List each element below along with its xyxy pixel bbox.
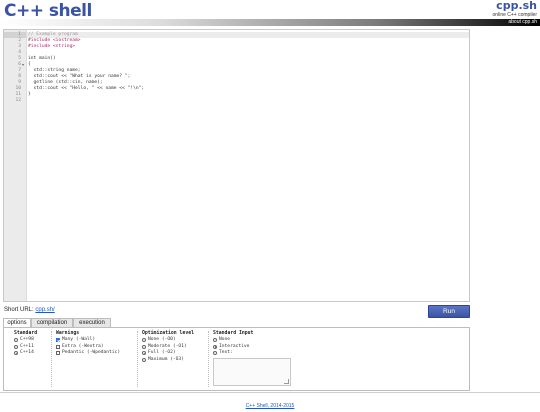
options-panel: Standard C++98 C++11 C++14 Warnings Many (… [3, 327, 470, 391]
code-line[interactable]: } [28, 92, 31, 98]
short-url-link[interactable]: cpp.sh/ [35, 307, 54, 313]
standard-option-label: C++98 [20, 337, 34, 342]
radio-button[interactable] [14, 344, 18, 349]
standard-group: Standard C++98 C++11 C++14 [14, 331, 37, 357]
footer-link[interactable]: C++ Shell, 2014-2015 [246, 403, 295, 409]
checkbox[interactable] [56, 344, 60, 349]
warnings-group: Warnings Many (-Wall) Extra (-Wextra) Peda… [56, 331, 120, 357]
warnings-option-label: Pedantic (-Wpedantic) [62, 350, 121, 355]
tab-execution[interactable]: execution [73, 318, 111, 327]
radio-button[interactable] [14, 338, 18, 342]
standard-option-label: C++14 [20, 350, 34, 355]
checkbox[interactable] [56, 338, 60, 342]
run-button[interactable]: Run [428, 305, 470, 318]
header-gradient-bar [0, 19, 540, 26]
stdin-option-label: Text: [219, 350, 233, 355]
optimization-option-label: None (-O0) [148, 337, 176, 342]
radio-button[interactable] [142, 351, 146, 355]
code-line[interactable]: std::cout << "Hello, " << name << "!\n"; [28, 86, 145, 92]
footer: C++ Shell, 2014-2015 [0, 392, 540, 412]
short-url: Short URL: cpp.sh/ [4, 307, 55, 313]
line-number: 12 [15, 98, 21, 103]
about-link[interactable]: about cpp.sh [508, 19, 537, 26]
site-logo[interactable]: C++ shell [4, 1, 92, 21]
standard-option-label: C++11 [20, 343, 34, 349]
short-url-label: Short URL: [4, 307, 34, 313]
optimization-option[interactable]: Maximum (-O3) [142, 357, 194, 364]
radio-button[interactable] [142, 338, 146, 342]
stdin-option-label: None [219, 337, 231, 342]
fold-arrow-icon[interactable]: ▾ [22, 62, 24, 68]
warnings-option[interactable]: Pedantic (-Wpedantic) [56, 350, 120, 357]
separator [51, 331, 52, 387]
warnings-option-label: Extra (-Wextra) [62, 343, 104, 349]
stdin-option[interactable]: Text: [213, 350, 253, 357]
tab-compilation[interactable]: compilation [31, 318, 73, 327]
stdin-option-label: Interactive [219, 343, 250, 349]
resize-handle-icon[interactable] [284, 379, 289, 384]
radio-button[interactable] [213, 338, 217, 342]
code-line[interactable]: #include <string> [28, 44, 75, 50]
optimization-group: Optimization level None (-O0) Moderate (-… [142, 331, 194, 363]
radio-button[interactable] [213, 351, 217, 355]
radio-button[interactable] [14, 351, 18, 355]
separator [208, 331, 209, 387]
optimization-option-label: Maximum (-O3) [148, 356, 184, 362]
brand-tagline: online C++ compiler [492, 12, 537, 18]
code-editor[interactable]: 1 2 3 4 5 6 ▾ 7 8 9 10 11 12 // Example program #incl… [3, 29, 470, 302]
separator [137, 331, 138, 387]
header: C++ shell cpp.sh online C++ compiler abo… [0, 0, 540, 27]
optimization-option-label: Moderate (-O1) [148, 343, 187, 349]
optimization-option-label: Full (-O2) [148, 350, 176, 355]
warnings-option-label: Many (-Wall) [62, 337, 96, 342]
radio-button[interactable] [142, 344, 146, 349]
radio-button[interactable] [142, 357, 146, 362]
active-line-highlight [27, 32, 469, 38]
checkbox[interactable] [56, 351, 60, 355]
brand: cpp.sh online C++ compiler [493, 0, 537, 18]
brand-name[interactable]: cpp.sh [493, 0, 537, 12]
radio-button[interactable] [213, 344, 217, 349]
standard-option[interactable]: C++14 [14, 350, 37, 357]
code-line[interactable]: int main() [28, 56, 56, 62]
stdin-group: Standard Input None Interactive Text: [213, 331, 253, 357]
stdin-textarea[interactable] [213, 358, 291, 386]
